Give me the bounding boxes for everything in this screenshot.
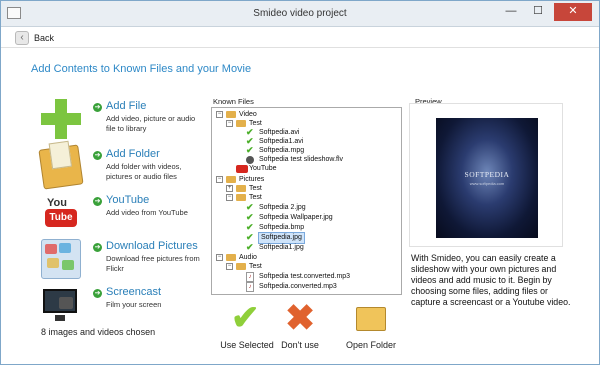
youtube-action[interactable]: You Tube ➔ YouTube Add video from YouTub… — [41, 193, 211, 239]
tree-toggle[interactable]: − — [216, 254, 223, 261]
youtube-icon-bottom-text: Tube — [45, 209, 77, 227]
arrow-right-icon: ➔ — [93, 197, 102, 206]
info-text: With Smideo, you can easily create a sli… — [411, 253, 571, 307]
folder-icon — [236, 185, 246, 192]
preview-logo-subtext: www.softpedia.com — [469, 181, 505, 186]
tree-toggle[interactable]: − — [216, 111, 223, 118]
audio-file-icon: ♪ — [246, 272, 254, 282]
pictures-icon — [41, 239, 81, 279]
tree-toggle[interactable]: − — [226, 263, 233, 270]
title-bar: Smideo video project — ☐ ✕ — [1, 1, 599, 27]
folder-icon — [226, 176, 236, 183]
back-button[interactable]: Back — [34, 33, 54, 43]
youtube-icon-top-text: You — [47, 197, 67, 209]
video-file-icon — [246, 156, 254, 164]
check-icon: ✔ — [246, 212, 254, 222]
download-pictures-label[interactable]: Download Pictures — [106, 240, 198, 252]
youtube-icon — [236, 165, 248, 173]
app-window: Smideo video project — ☐ ✕ ‹ Back Add Co… — [0, 0, 600, 365]
download-pictures-action[interactable]: ➔ Download Pictures Download free pictur… — [41, 239, 211, 285]
folder-icon — [226, 254, 236, 261]
folder-icon — [236, 120, 246, 127]
check-icon: ✔ — [231, 299, 260, 337]
folder-icon — [226, 111, 236, 118]
youtube-desc: Add video from YouTube — [106, 208, 188, 217]
youtube-label[interactable]: YouTube — [106, 194, 149, 206]
check-icon: ✔ — [246, 222, 254, 232]
dont-use-label: Don't use — [281, 340, 319, 350]
arrow-right-icon: ➔ — [93, 289, 102, 298]
check-icon: ✔ — [246, 242, 254, 252]
known-files-title: Known Files — [213, 97, 254, 106]
open-folder-icon — [356, 307, 386, 331]
add-folder-desc: Add folder with videos, pictures or audi… — [106, 162, 182, 181]
check-icon: ✔ — [246, 202, 254, 212]
arrow-right-icon: ➔ — [93, 103, 102, 112]
add-folder-label[interactable]: Add Folder — [106, 148, 160, 160]
check-icon: ✔ — [246, 145, 254, 155]
screencast-label[interactable]: Screencast — [106, 286, 161, 298]
add-file-desc: Add video, picture or audio file to libr… — [106, 114, 196, 133]
add-file-action[interactable]: ➔ Add File Add video, picture or audio f… — [41, 99, 211, 145]
back-arrow-icon[interactable]: ‹ — [15, 31, 29, 45]
preview-logo-text: SOFTPEDIA — [464, 170, 510, 179]
preview-image: SOFTPEDIA www.softpedia.com — [436, 118, 538, 238]
download-pictures-desc: Download free pictures from Flickr — [106, 254, 200, 273]
folder-icon — [236, 194, 246, 201]
audio-file-icon: ♪ — [246, 282, 254, 292]
add-folder-action[interactable]: ➔ Add Folder Add folder with videos, pic… — [38, 140, 211, 193]
add-file-label[interactable]: Add File — [106, 100, 146, 112]
close-button[interactable]: ✕ — [554, 3, 592, 21]
tree-toggle[interactable]: − — [216, 176, 223, 183]
nav-bar: ‹ Back — [1, 28, 599, 48]
open-folder-button[interactable]: Open Folder — [336, 301, 406, 357]
known-files-tree[interactable]: − Video − Test ✔ Softpedia.avi ✔ Softpedia1.… — [211, 107, 402, 295]
screencast-desc: Film your screen — [106, 300, 162, 309]
folder-icon — [236, 263, 246, 270]
arrow-right-icon: ➔ — [93, 151, 102, 160]
tree-toggle[interactable]: + — [226, 185, 233, 192]
page-heading: Add Contents to Known Files and your Mov… — [31, 63, 252, 75]
youtube-icon: You Tube — [41, 193, 81, 233]
check-icon: ✔ — [246, 232, 254, 242]
screencast-icon — [41, 285, 81, 325]
tree-toggle[interactable]: − — [226, 194, 233, 201]
cross-icon: ✖ — [285, 297, 316, 338]
preview-panel: SOFTPEDIA www.softpedia.com — [409, 103, 563, 247]
screencast-action[interactable]: ➔ Screencast Film your screen — [41, 285, 211, 331]
folder-icon — [38, 140, 84, 190]
add-plus-icon — [41, 99, 81, 139]
dont-use-button[interactable]: ✖ Don't use — [265, 297, 335, 357]
chosen-count-text: 8 images and videos chosen — [41, 327, 156, 337]
open-folder-label: Open Folder — [345, 340, 397, 350]
minimize-button[interactable]: — — [498, 3, 524, 21]
maximize-button[interactable]: ☐ — [525, 3, 551, 21]
arrow-right-icon: ➔ — [93, 243, 102, 252]
tree-toggle[interactable]: − — [226, 120, 233, 127]
